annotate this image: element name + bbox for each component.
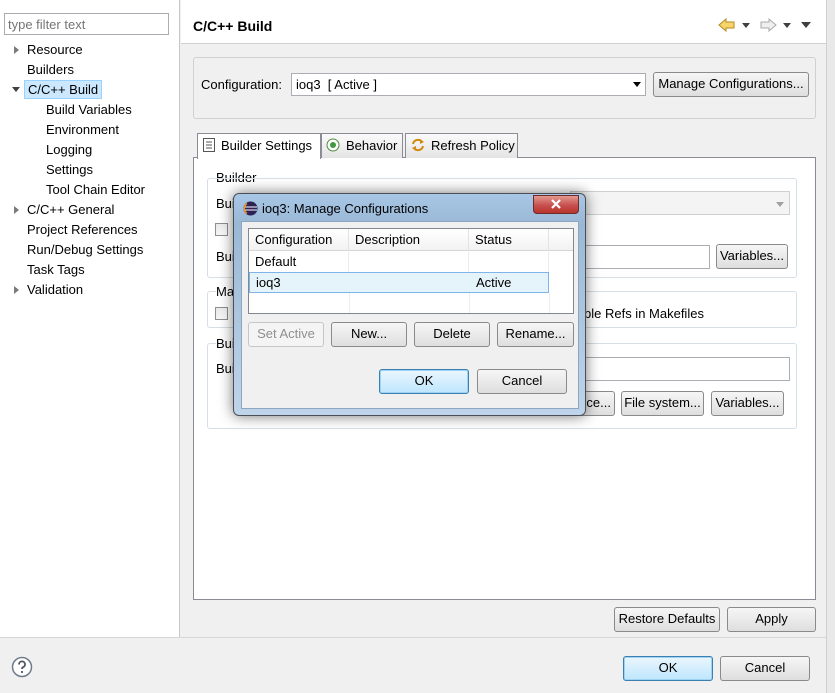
refresh-icon — [412, 138, 424, 152]
tree-item-resource[interactable]: Resource — [27, 40, 83, 60]
tree-item-environment[interactable]: Environment — [46, 120, 119, 140]
column-divider — [469, 293, 470, 313]
builder-type-label: Bui — [216, 196, 235, 211]
page-header — [181, 0, 835, 44]
build-command-label: Bui — [216, 249, 235, 264]
column-divider — [349, 293, 350, 313]
collapse-arrow-icon[interactable] — [12, 87, 20, 92]
tree-item-settings[interactable]: Settings — [46, 160, 93, 180]
cell-configuration: Default — [249, 252, 349, 272]
new-button[interactable]: New... — [331, 322, 407, 347]
configurations-table[interactable]: Configuration Description Status Default… — [248, 228, 574, 314]
chevron-down-icon — [633, 82, 641, 87]
tab-label: Refresh Policy — [431, 138, 515, 153]
builder-type-select[interactable] — [570, 191, 790, 215]
dialog-close-button[interactable] — [533, 195, 579, 214]
tab-refresh-policy[interactable]: Refresh Policy — [405, 133, 518, 158]
build-command-field[interactable] — [570, 245, 710, 269]
builder-variables-button[interactable]: Variables... — [716, 244, 788, 269]
close-icon — [551, 199, 561, 209]
ok-button[interactable]: OK — [623, 656, 713, 681]
tree-item-task-tags[interactable]: Task Tags — [27, 260, 85, 280]
cell-status: Active — [476, 275, 512, 290]
build-location-variables-button[interactable]: Variables... — [711, 391, 784, 416]
cancel-button[interactable]: Cancel — [720, 656, 810, 681]
cell-status — [469, 252, 549, 272]
apply-button[interactable]: Apply — [727, 607, 816, 632]
filter-input[interactable] — [4, 13, 169, 35]
makefile-option-checkbox[interactable] — [215, 307, 228, 320]
chevron-down-icon — [776, 202, 784, 207]
delete-button[interactable]: Delete — [414, 322, 490, 347]
configuration-value: ioq3 [ Active ] — [296, 77, 377, 92]
view-menu-icon[interactable] — [801, 22, 811, 28]
table-row[interactable]: Default — [249, 252, 549, 272]
makefile-option-label: ble Refs in Makefiles — [584, 306, 704, 321]
column-header-description[interactable]: Description — [349, 229, 469, 251]
manage-configurations-button[interactable]: Manage Configurations... — [653, 72, 809, 97]
tab-behavior[interactable]: Behavior — [321, 133, 403, 158]
configuration-select[interactable]: ioq3 [ Active ] — [291, 73, 646, 96]
cell-description — [349, 252, 469, 272]
expand-arrow-icon[interactable] — [14, 206, 19, 214]
column-divider — [549, 293, 550, 313]
question-circle-icon[interactable] — [11, 656, 33, 678]
tree-item-cpp-build[interactable]: C/C++ Build — [24, 80, 103, 99]
behavior-radio-icon — [326, 138, 340, 152]
expand-arrow-icon[interactable] — [14, 46, 19, 54]
configuration-label: Configuration: — [201, 77, 282, 92]
tree-item-tool-chain-editor[interactable]: Tool Chain Editor — [46, 180, 145, 200]
page-title: C/C++ Build — [193, 18, 273, 34]
tree-item-run-debug-settings[interactable]: Run/Debug Settings — [27, 240, 143, 260]
makefile-group-label: Ma — [216, 284, 235, 299]
builder-settings-icon — [203, 138, 215, 152]
build-directory-field[interactable] — [570, 357, 790, 381]
table-row-selected[interactable]: ioq3 Active — [249, 272, 549, 293]
forward-dropdown-icon[interactable] — [783, 23, 791, 28]
set-active-button[interactable]: Set Active — [248, 322, 324, 347]
tab-label: Builder Settings — [221, 138, 313, 153]
forward-arrow-icon[interactable] — [759, 18, 777, 32]
footer-separator — [0, 637, 826, 638]
eclipse-logo-icon — [243, 201, 258, 216]
dialog-cancel-button[interactable]: Cancel — [477, 369, 567, 394]
cell-configuration: ioq3 — [256, 275, 281, 290]
tab-builder-settings[interactable]: Builder Settings — [197, 133, 321, 159]
cell-description — [350, 273, 470, 293]
tree-item-build-variables[interactable]: Build Variables — [46, 100, 132, 120]
use-default-build-command-checkbox[interactable] — [215, 223, 228, 236]
tree-item-cpp-general[interactable]: C/C++ General — [27, 200, 114, 220]
right-scroll-edge — [826, 0, 835, 693]
back-arrow-icon[interactable] — [718, 18, 736, 32]
dialog-title: ioq3: Manage Configurations — [262, 201, 429, 216]
table-header: Configuration Description Status — [249, 229, 573, 251]
tree-item-logging[interactable]: Logging — [46, 140, 92, 160]
tree-item-project-references[interactable]: Project References — [27, 220, 138, 240]
column-header-configuration[interactable]: Configuration — [249, 229, 349, 251]
restore-defaults-button[interactable]: Restore Defaults — [614, 607, 720, 632]
tree-item-validation[interactable]: Validation — [27, 280, 83, 300]
table-empty-row — [249, 293, 550, 313]
rename-button[interactable]: Rename... — [497, 322, 574, 347]
dialog-body: Configuration Description Status Default… — [241, 221, 579, 409]
build-location-group-label: Bui — [216, 336, 235, 351]
file-system-button[interactable]: File system... — [621, 391, 704, 416]
expand-arrow-icon[interactable] — [14, 286, 19, 294]
tab-label: Behavior — [346, 138, 398, 153]
back-dropdown-icon[interactable] — [742, 23, 750, 28]
manage-configurations-dialog: ioq3: Manage Configurations Configuratio… — [233, 193, 586, 416]
dialog-ok-button[interactable]: OK — [379, 369, 469, 394]
tree-item-builders[interactable]: Builders — [27, 60, 74, 80]
column-header-status[interactable]: Status — [469, 229, 549, 251]
